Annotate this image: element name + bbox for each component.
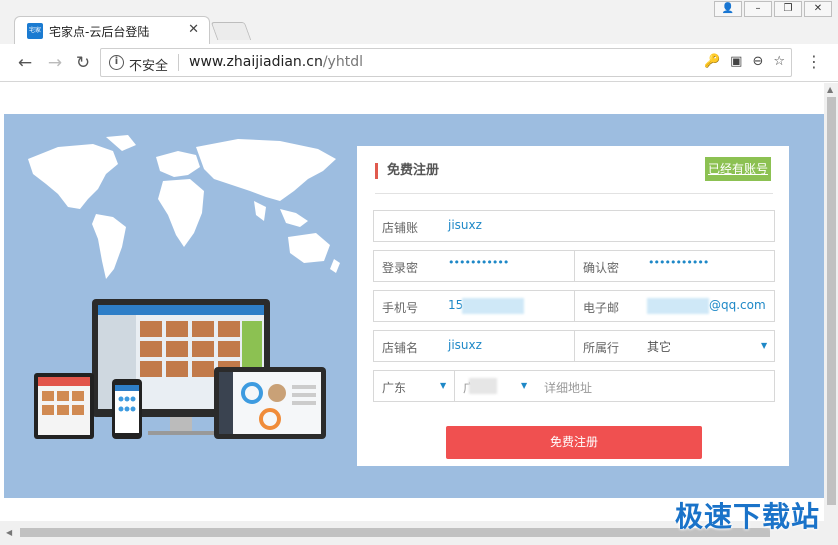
maximize-button[interactable]: ❐	[774, 1, 802, 17]
form-title: 免费注册	[375, 163, 439, 179]
province-value: 广东	[382, 381, 407, 395]
scroll-up-icon[interactable]: ▲	[827, 85, 833, 94]
chevron-down-icon: ▼	[521, 381, 528, 390]
world-map-illustration	[28, 135, 340, 279]
industry-label: 所属行	[583, 341, 620, 355]
vertical-scrollbar[interactable]: ▲	[824, 83, 838, 521]
forward-arrow-icon[interactable]: →	[44, 52, 66, 74]
url-host: www.zhaijiadian.cn	[189, 54, 323, 70]
minimize-button[interactable]: –	[744, 1, 772, 17]
browser-tab[interactable]: 宅家点 宅家点-云后台登陆 ✕	[14, 16, 210, 44]
address-detail-input[interactable]: 详细地址	[536, 371, 776, 401]
phone-redaction	[462, 298, 524, 314]
store-info-row: 店铺名 jisuxz 所属行 其它 ▼	[373, 330, 775, 362]
store-name-label: 店铺名	[382, 341, 419, 355]
url-text[interactable]: www.zhaijiadian.cn/yhtdl	[189, 54, 363, 70]
scroll-left-icon[interactable]: ◀	[6, 528, 12, 537]
password-row: 登录密 ••••••••••• 确认密 •••••••••••	[373, 250, 775, 282]
tab-close-icon[interactable]: ✕	[188, 22, 199, 37]
store-account-label: 店铺账	[382, 221, 419, 235]
browser-titlebar: 宅家点 宅家点-云后台登陆 ✕ 👤 – ❐ ✕	[0, 0, 838, 44]
confirm-password-field[interactable]: 确认密 •••••••••••	[575, 251, 775, 281]
confirm-password-value: •••••••••••	[648, 256, 709, 269]
browser-menu-icon[interactable]: ⋮	[806, 52, 822, 71]
email-redaction	[647, 298, 709, 314]
translate-icon[interactable]: ▣	[730, 54, 742, 69]
store-account-value: jisuxz	[448, 218, 482, 232]
store-name-field[interactable]: 店铺名 jisuxz	[374, 331, 574, 361]
phone-field[interactable]: 手机号 15	[374, 291, 574, 321]
city-select[interactable]: 广 ▼	[455, 371, 535, 401]
new-tab-button[interactable]	[210, 22, 252, 40]
chevron-down-icon: ▼	[440, 381, 447, 390]
register-submit-button[interactable]: 免费注册	[446, 426, 702, 459]
bookmark-star-icon[interactable]: ☆	[773, 54, 785, 69]
chevron-down-icon: ▼	[761, 341, 768, 350]
url-path: /yhtdl	[322, 54, 363, 70]
profile-icon[interactable]: 👤	[714, 1, 742, 17]
have-account-link[interactable]: 已经有账号	[704, 157, 771, 181]
info-icon[interactable]: i	[109, 55, 124, 70]
address-row: 广东 ▼ 广 ▼ 详细地址	[373, 370, 775, 402]
password-value: •••••••••••	[448, 256, 509, 269]
omnibox-divider	[178, 54, 179, 71]
contact-row: 手机号 15 电子邮 @qq.com	[373, 290, 775, 322]
close-window-button[interactable]: ✕	[804, 1, 832, 17]
tab-title: 宅家点-云后台登陆	[49, 25, 150, 39]
devices-illustration	[34, 299, 326, 439]
province-select[interactable]: 广东 ▼	[374, 371, 454, 401]
window-controls: 👤 – ❐ ✕	[714, 1, 832, 17]
phone-label: 手机号	[382, 301, 419, 315]
back-arrow-icon[interactable]: ←	[14, 52, 36, 74]
password-label: 登录密	[382, 261, 419, 275]
phone-value: 15	[448, 298, 464, 312]
page-viewport: 免费注册 已经有账号 店铺账 jisuxz 登录密 ••••••••••• 确认…	[0, 83, 824, 521]
horizontal-scroll-thumb[interactable]	[20, 528, 770, 537]
register-form-card: 免费注册 已经有账号 店铺账 jisuxz 登录密 ••••••••••• 确认…	[357, 146, 789, 466]
email-value: @qq.com	[709, 298, 766, 312]
confirm-password-label: 确认密	[583, 261, 620, 275]
password-field[interactable]: 登录密 •••••••••••	[374, 251, 574, 281]
omnibox-icons: 🔑 ▣ ⊖ ☆	[704, 54, 785, 69]
industry-select[interactable]: 所属行 其它 ▼	[575, 331, 775, 361]
key-icon[interactable]: 🔑	[704, 54, 720, 69]
site-favicon-icon: 宅家点	[27, 23, 43, 39]
address-detail-placeholder: 详细地址	[544, 381, 593, 395]
city-redaction	[469, 378, 497, 394]
email-label: 电子邮	[583, 301, 620, 315]
industry-value: 其它	[647, 340, 672, 354]
email-field[interactable]: 电子邮 @qq.com	[575, 291, 775, 321]
store-name-value: jisuxz	[448, 338, 482, 352]
reload-icon[interactable]: ↻	[72, 52, 94, 74]
store-account-field[interactable]: 店铺账 jisuxz	[373, 210, 775, 242]
watermark-text: 极速下载站	[674, 500, 820, 533]
address-bar[interactable]: i 不安全 www.zhaijiadian.cn/yhtdl 🔑 ▣ ⊖ ☆	[100, 48, 792, 77]
zoom-icon[interactable]: ⊖	[752, 54, 763, 69]
browser-toolbar: ← → ↻ i 不安全 www.zhaijiadian.cn/yhtdl 🔑 ▣…	[0, 44, 838, 82]
security-label: 不安全	[129, 59, 169, 74]
vertical-scroll-thumb[interactable]	[827, 97, 836, 505]
form-header: 免费注册 已经有账号	[375, 157, 773, 194]
